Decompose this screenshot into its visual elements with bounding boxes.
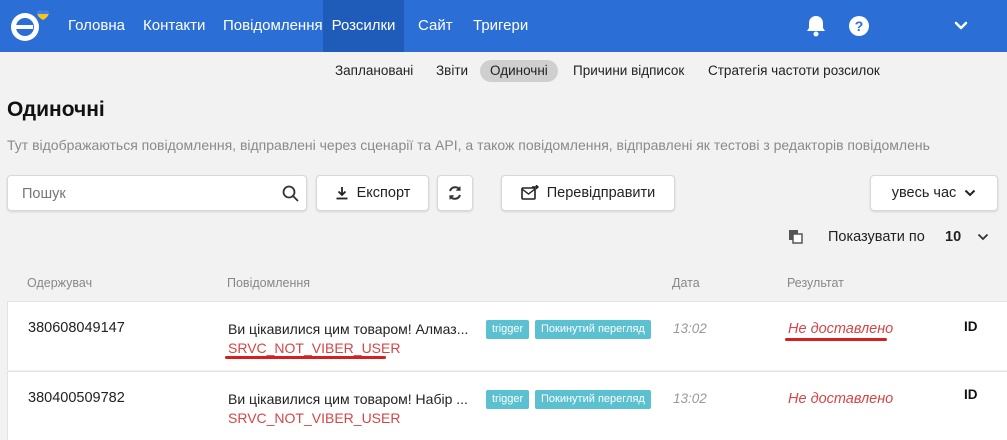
subnav-reports[interactable]: Звіти — [436, 60, 468, 82]
recipient-phone: 380400509782 — [28, 390, 125, 406]
subnav-unsubscribe-reasons[interactable]: Причини відписок — [573, 60, 684, 82]
tag-badge: Покинутий перегляд — [535, 390, 651, 409]
subnav-scheduled[interactable]: Заплановані — [335, 60, 413, 82]
message-date: 13:02 — [673, 321, 707, 336]
search-input[interactable] — [22, 184, 272, 204]
bell-icon[interactable] — [803, 13, 829, 39]
recipient-phone: 380608049147 — [28, 320, 125, 336]
period-select-value: увесь час — [891, 185, 957, 201]
subnav-frequency-strategy[interactable]: Стратегія частоти розсилок — [708, 60, 880, 82]
download-icon — [336, 187, 348, 200]
error-code: SRVC_NOT_VIBER_USER — [228, 410, 401, 426]
column-header-date: Дата — [672, 276, 700, 290]
tag-badge: Покинутий перегляд — [535, 320, 651, 339]
tag-badge: trigger — [486, 320, 530, 339]
resend-button[interactable]: Перевідправити — [501, 175, 675, 211]
nav-item-mailings[interactable]: Розсилки — [323, 0, 404, 52]
top-navigation: Головна Контакти Повідомлення Розсилки С… — [0, 0, 1007, 52]
refresh-icon — [449, 186, 461, 200]
per-page-value[interactable]: 10 — [945, 229, 961, 245]
message-preview[interactable]: Ви цікавилися цим товаром! Алмаз... — [228, 321, 468, 337]
export-button[interactable]: Експорт — [316, 175, 429, 211]
refresh-button[interactable] — [437, 175, 473, 211]
nav-item-messages[interactable]: Повідомлення — [223, 0, 323, 52]
highlight-underline — [785, 338, 887, 341]
logo-icon[interactable] — [6, 8, 50, 44]
search-box — [7, 175, 307, 211]
result-status: Не доставлено — [788, 321, 894, 337]
subnav-single[interactable]: Одиночні — [480, 60, 558, 82]
resend-icon — [520, 185, 539, 200]
message-preview[interactable]: Ви цікавилися цим товаром! Набір ... — [228, 391, 468, 407]
id-label[interactable]: ID — [964, 319, 978, 334]
per-page-label: Показувати по — [828, 229, 925, 245]
period-select[interactable]: увесь час — [870, 175, 998, 211]
nav-item-contacts[interactable]: Контакти — [143, 0, 205, 52]
id-label[interactable]: ID — [964, 387, 978, 402]
page-description: Тут відображаються повідомлення, відправ… — [7, 137, 930, 153]
error-code: SRVC_NOT_VIBER_USER — [228, 340, 401, 356]
nav-item-home[interactable]: Головна — [68, 0, 125, 52]
copy-icon[interactable] — [788, 229, 803, 244]
search-icon[interactable] — [282, 185, 299, 202]
column-header-message: Повідомлення — [227, 276, 311, 290]
column-header-result: Результат — [787, 276, 844, 290]
help-icon[interactable]: ? — [846, 13, 872, 39]
message-date: 13:02 — [673, 391, 707, 406]
column-header-recipient: Одержувач — [27, 276, 93, 290]
export-label: Експорт — [356, 185, 411, 201]
page-title: Одиночні — [7, 98, 105, 121]
table-row[interactable]: 380608049147 Ви цікавилися цим товаром! … — [7, 301, 1007, 370]
tag-badge: trigger — [486, 390, 530, 409]
highlight-underline — [225, 356, 386, 359]
resend-label: Перевідправити — [546, 185, 656, 201]
table-row[interactable]: 380400509782 Ви цікавилися цим товаром! … — [7, 371, 1007, 440]
svg-text:?: ? — [855, 18, 864, 34]
nav-item-site[interactable]: Сайт — [418, 0, 453, 52]
result-status: Не доставлено — [788, 391, 894, 407]
chevron-down-icon[interactable] — [977, 233, 989, 241]
chevron-down-icon[interactable] — [948, 13, 974, 39]
chevron-down-icon — [965, 189, 976, 197]
nav-item-triggers[interactable]: Тригери — [473, 0, 528, 52]
